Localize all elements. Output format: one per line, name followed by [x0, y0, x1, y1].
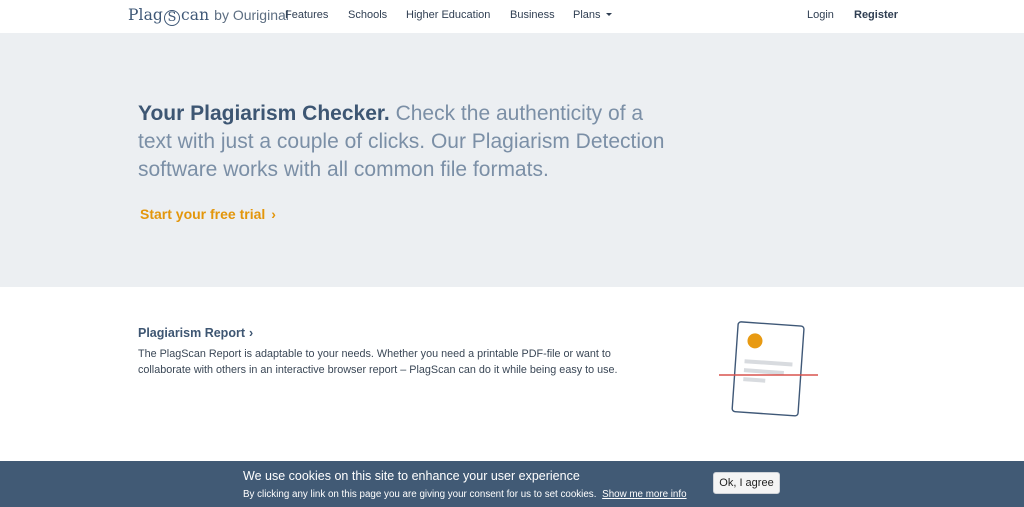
logo-by-ouriginal: by Ouriginal	[214, 7, 289, 23]
plagiarism-report-link[interactable]: Plagiarism Report ›	[138, 326, 253, 340]
document-scan-icon	[719, 321, 818, 417]
chevron-right-icon: ›	[248, 326, 254, 340]
register-link[interactable]: Register	[854, 9, 898, 21]
top-navbar: Plag Scan by Ouriginal Features Schools H…	[0, 0, 1024, 33]
cookie-subtitle: By clicking any link on this page you ar…	[243, 489, 597, 500]
nav-business[interactable]: Business	[510, 9, 555, 21]
cookie-title: We use cookies on this site to enhance y…	[243, 469, 580, 483]
cookie-agree-button[interactable]: Ok, I agree	[713, 472, 780, 494]
nav-features[interactable]: Features	[285, 9, 328, 21]
caret-down-icon	[605, 12, 612, 16]
feature-description: The PlagScan Report is adaptable to your…	[138, 348, 618, 376]
cta-label: Start your free trial	[140, 206, 266, 222]
cookie-subtitle-row: By clicking any link on this page you ar…	[243, 489, 687, 500]
hero-headline-strong: Your Plagiarism Checker.	[138, 102, 390, 125]
cookie-consent-bar: We use cookies on this site to enhance y…	[0, 461, 1024, 507]
nav-plans-label: Plans	[573, 9, 601, 21]
hero-section: Your Plagiarism Checker. Check the authe…	[0, 33, 1024, 287]
logo-s-circle-icon: S	[163, 10, 180, 26]
nav-plans-dropdown[interactable]: Plans	[573, 9, 612, 21]
login-link[interactable]: Login	[807, 9, 834, 21]
nav-schools[interactable]: Schools	[348, 9, 387, 21]
plagscan-logo[interactable]: Plag Scan by Ouriginal	[128, 6, 289, 28]
chevron-right-icon: ›	[271, 206, 276, 222]
hero-headline: Your Plagiarism Checker. Check the authe…	[138, 100, 678, 184]
logo-wordmark: Plag Scan	[128, 6, 210, 26]
start-free-trial-link[interactable]: Start your free trial ›	[140, 206, 276, 222]
show-more-info-link[interactable]: Show me more info	[602, 489, 686, 500]
nav-higher-education[interactable]: Higher Education	[406, 9, 490, 21]
feature-title-label: Plagiarism Report	[138, 326, 245, 340]
